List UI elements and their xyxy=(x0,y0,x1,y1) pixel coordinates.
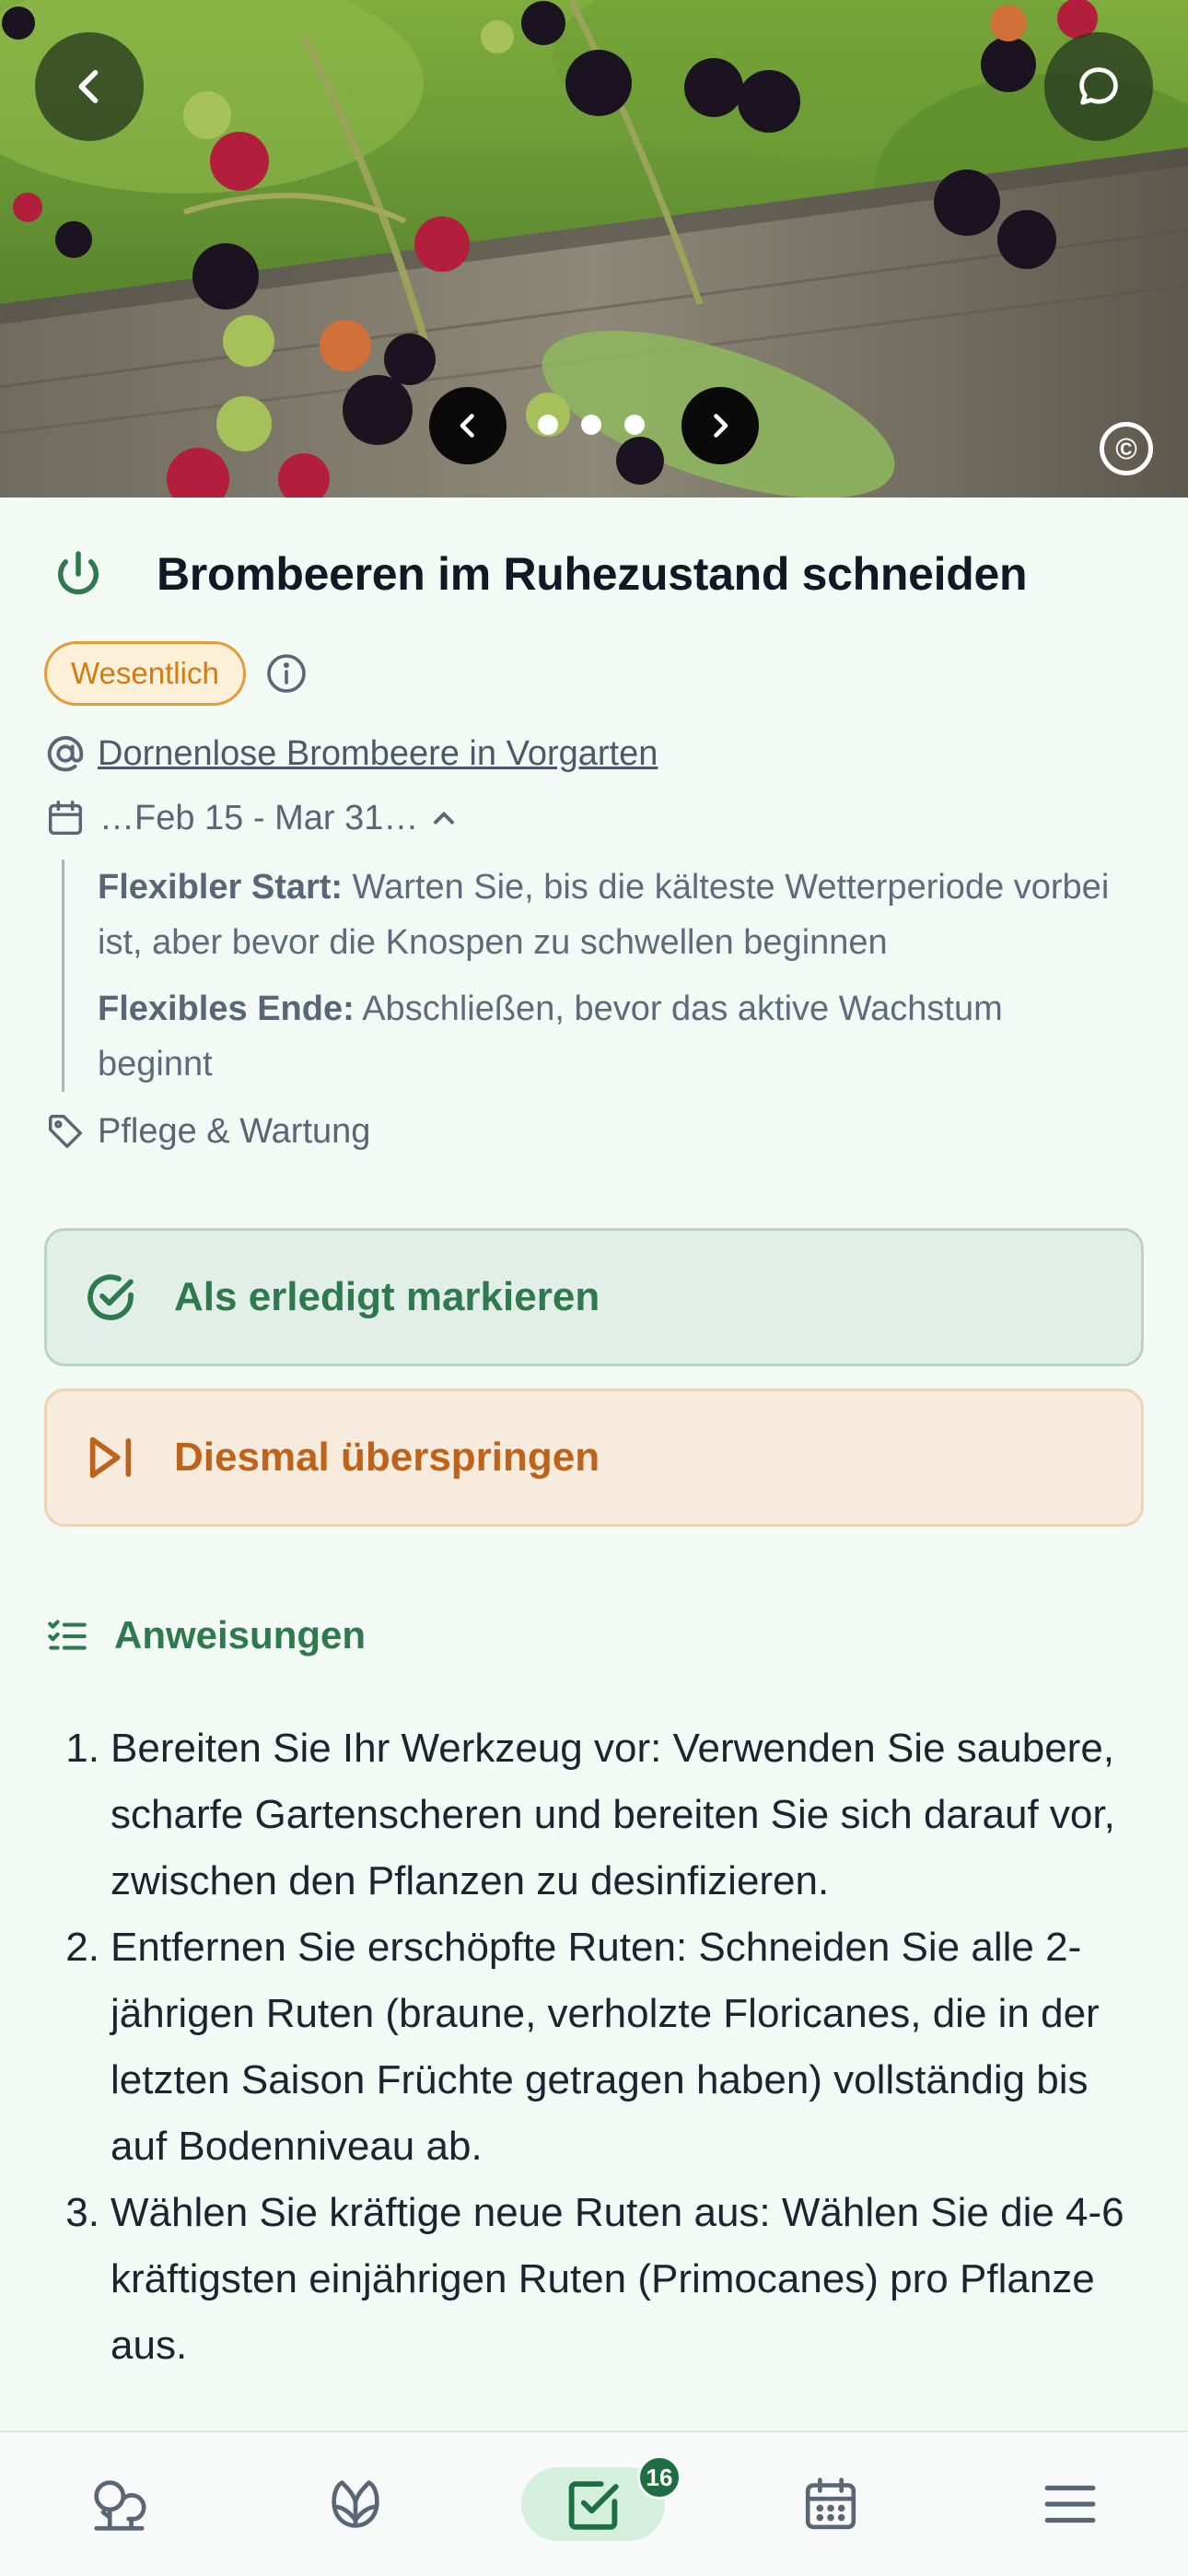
chat-button[interactable] xyxy=(1044,32,1153,141)
instruction-step: 3. Wählen Sie kräftige neue Ruten aus: W… xyxy=(44,2180,1144,2379)
check-circle-icon xyxy=(87,1274,134,1320)
checklist-icon xyxy=(48,1620,87,1650)
step-text: Bereiten Sie Ihr Werkzeug vor: Verwenden… xyxy=(111,1726,1115,1903)
photo-carousel[interactable]: © xyxy=(0,0,1188,498)
plant-link-row: Dornenlose Brombeere in Vorgarten xyxy=(44,732,658,775)
mark-done-label: Als erledigt markieren xyxy=(174,1274,600,1319)
carousel-dot[interactable] xyxy=(538,415,558,435)
nav-calendar[interactable] xyxy=(794,2467,868,2541)
skip-forward-icon xyxy=(89,1436,132,1479)
category-label: Pflege & Wartung xyxy=(98,1111,371,1151)
priority-badge: Wesentlich xyxy=(44,641,246,706)
flexible-window-details: Flexibler Start: Warten Sie, bis die käl… xyxy=(62,860,1121,1092)
calendar-icon xyxy=(48,801,83,836)
back-button[interactable] xyxy=(35,32,144,141)
flexible-end-label: Flexibles Ende: xyxy=(98,989,355,1028)
plant-link[interactable]: Dornenlose Brombeere in Vorgarten xyxy=(98,734,658,774)
instruction-step: 1. Bereiten Sie Ihr Werkzeug vor: Verwen… xyxy=(44,1715,1144,1914)
carousel-dots xyxy=(538,415,645,435)
skip-button[interactable]: Diesmal überspringen xyxy=(44,1388,1144,1527)
step-number: 1. xyxy=(65,1726,99,1771)
category-row: Pflege & Wartung xyxy=(44,1110,370,1153)
page-title: Brombeeren im Ruhezustand schneiden xyxy=(157,548,1028,600)
garden-icon xyxy=(94,2480,146,2531)
step-number: 3. xyxy=(65,2190,99,2235)
chevron-left-icon xyxy=(460,414,474,438)
nav-menu[interactable] xyxy=(1033,2467,1107,2541)
nav-plants[interactable] xyxy=(319,2467,392,2541)
carousel-dot[interactable] xyxy=(581,415,601,435)
bottom-navigation xyxy=(0,2430,1188,2576)
skip-label: Diesmal überspringen xyxy=(174,1434,600,1480)
flexible-end: Flexibles Ende: Abschließen, bevor das a… xyxy=(98,981,1121,1092)
chevron-up-icon[interactable] xyxy=(427,802,460,835)
date-range: …Feb 15 - Mar 31… xyxy=(99,798,419,837)
step-text: Wählen Sie kräftige neue Ruten aus: Wähl… xyxy=(111,2190,1124,2368)
step-number: 2. xyxy=(65,1925,99,1970)
next-photo-button[interactable] xyxy=(681,387,759,464)
power-icon xyxy=(58,551,99,595)
carousel-dot[interactable] xyxy=(624,415,645,435)
instructions-heading: Anweisungen xyxy=(44,1612,366,1658)
tasks-icon xyxy=(568,2481,619,2530)
copyright-icon[interactable]: © xyxy=(1100,422,1153,475)
calendar-icon xyxy=(805,2477,856,2530)
task-title-row: Brombeeren im Ruhezustand schneiden xyxy=(44,544,1028,604)
at-sign-icon xyxy=(47,735,84,772)
date-range-row[interactable]: …Feb 15 - Mar 31… xyxy=(44,797,460,839)
flexible-start-label: Flexibler Start: xyxy=(98,868,344,907)
instructions-title: Anweisungen xyxy=(114,1613,367,1657)
menu-icon xyxy=(1044,2485,1096,2523)
previous-photo-button[interactable] xyxy=(429,387,507,464)
nav-garden[interactable] xyxy=(81,2467,155,2541)
badge-row: Wesentlich xyxy=(44,641,309,706)
instruction-list: 1. Bereiten Sie Ihr Werkzeug vor: Verwen… xyxy=(44,1715,1144,2379)
instruction-step: 2. Entfernen Sie erschöpfte Ruten: Schne… xyxy=(44,1914,1144,2180)
tag-icon xyxy=(48,1114,83,1149)
plants-icon xyxy=(332,2480,379,2528)
chevron-left-icon xyxy=(78,70,99,103)
flexible-start: Flexibler Start: Warten Sie, bis die käl… xyxy=(98,860,1121,970)
mark-done-button[interactable]: Als erledigt markieren xyxy=(44,1228,1144,1366)
info-icon[interactable] xyxy=(264,651,309,696)
tasks-count-badge: 16 xyxy=(637,2455,681,2500)
chevron-right-icon xyxy=(714,414,728,438)
chat-bubble-icon xyxy=(1079,67,1118,105)
step-text: Entfernen Sie erschöpfte Ruten: Schneide… xyxy=(111,1925,1100,2169)
